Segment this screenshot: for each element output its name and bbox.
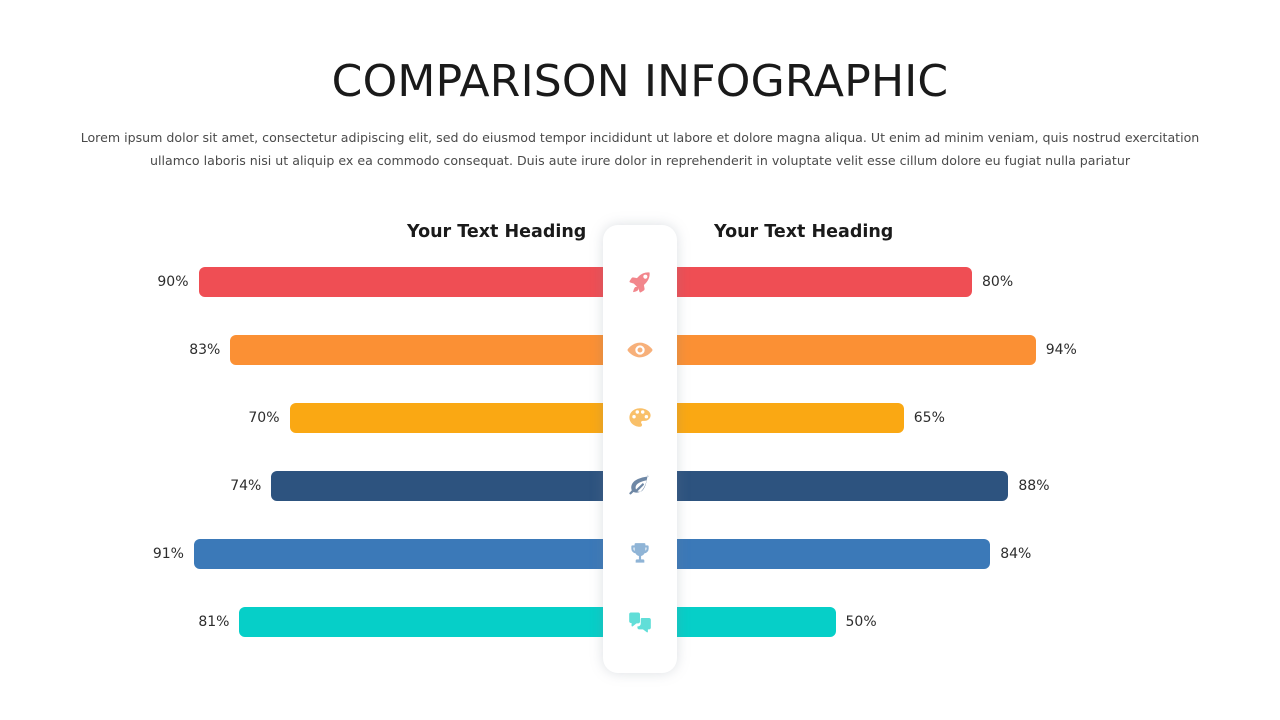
left-value-label: 83%: [189, 342, 221, 358]
right-value-label: 65%: [913, 410, 945, 426]
left-value-label: 91%: [152, 546, 184, 562]
rocket-icon: [603, 267, 677, 297]
left-bar: [193, 539, 608, 569]
right-value-label: 80%: [982, 274, 1014, 290]
left-value-label: 70%: [248, 410, 280, 426]
left-bar: [230, 335, 608, 365]
left-bar: [198, 267, 608, 297]
eye-icon: [603, 335, 677, 365]
right-value-label: 94%: [1045, 342, 1077, 358]
right-value-label: 88%: [1018, 478, 1050, 494]
left-value-label: 90%: [157, 274, 189, 290]
right-value-label: 84%: [1000, 546, 1032, 562]
right-value-label: 50%: [845, 614, 877, 630]
left-value-label: 81%: [198, 614, 230, 630]
left-bar: [271, 471, 608, 501]
left-bar: [239, 607, 608, 637]
palette-icon: [603, 403, 677, 433]
left-value-label: 74%: [230, 478, 262, 494]
leaf-icon: [603, 471, 677, 501]
left-bar: [289, 403, 608, 433]
chat-icon: [603, 607, 677, 637]
trophy-icon: [603, 539, 677, 569]
